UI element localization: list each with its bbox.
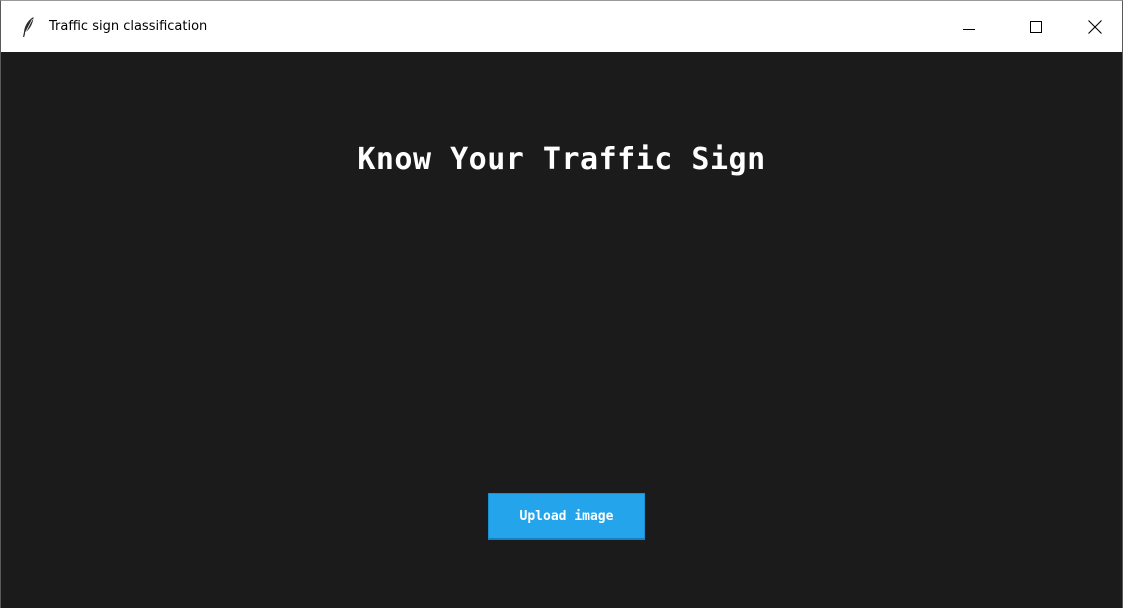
page-title: Know Your Traffic Sign [357,142,766,177]
maximize-icon [1030,20,1042,33]
close-button[interactable] [1072,1,1118,52]
feather-icon [21,16,37,38]
app-window: Traffic sign classification Know Your Tr… [0,0,1123,608]
maximize-button[interactable] [1013,1,1059,52]
title-bar[interactable]: Traffic sign classification [1,1,1122,52]
main-panel: Know Your Traffic Sign Upload image [1,52,1122,608]
close-icon [1088,19,1102,34]
window-title: Traffic sign classification [49,19,208,34]
minimize-icon [963,21,975,33]
minimize-button[interactable] [946,1,992,52]
upload-image-button[interactable]: Upload image [488,493,645,540]
